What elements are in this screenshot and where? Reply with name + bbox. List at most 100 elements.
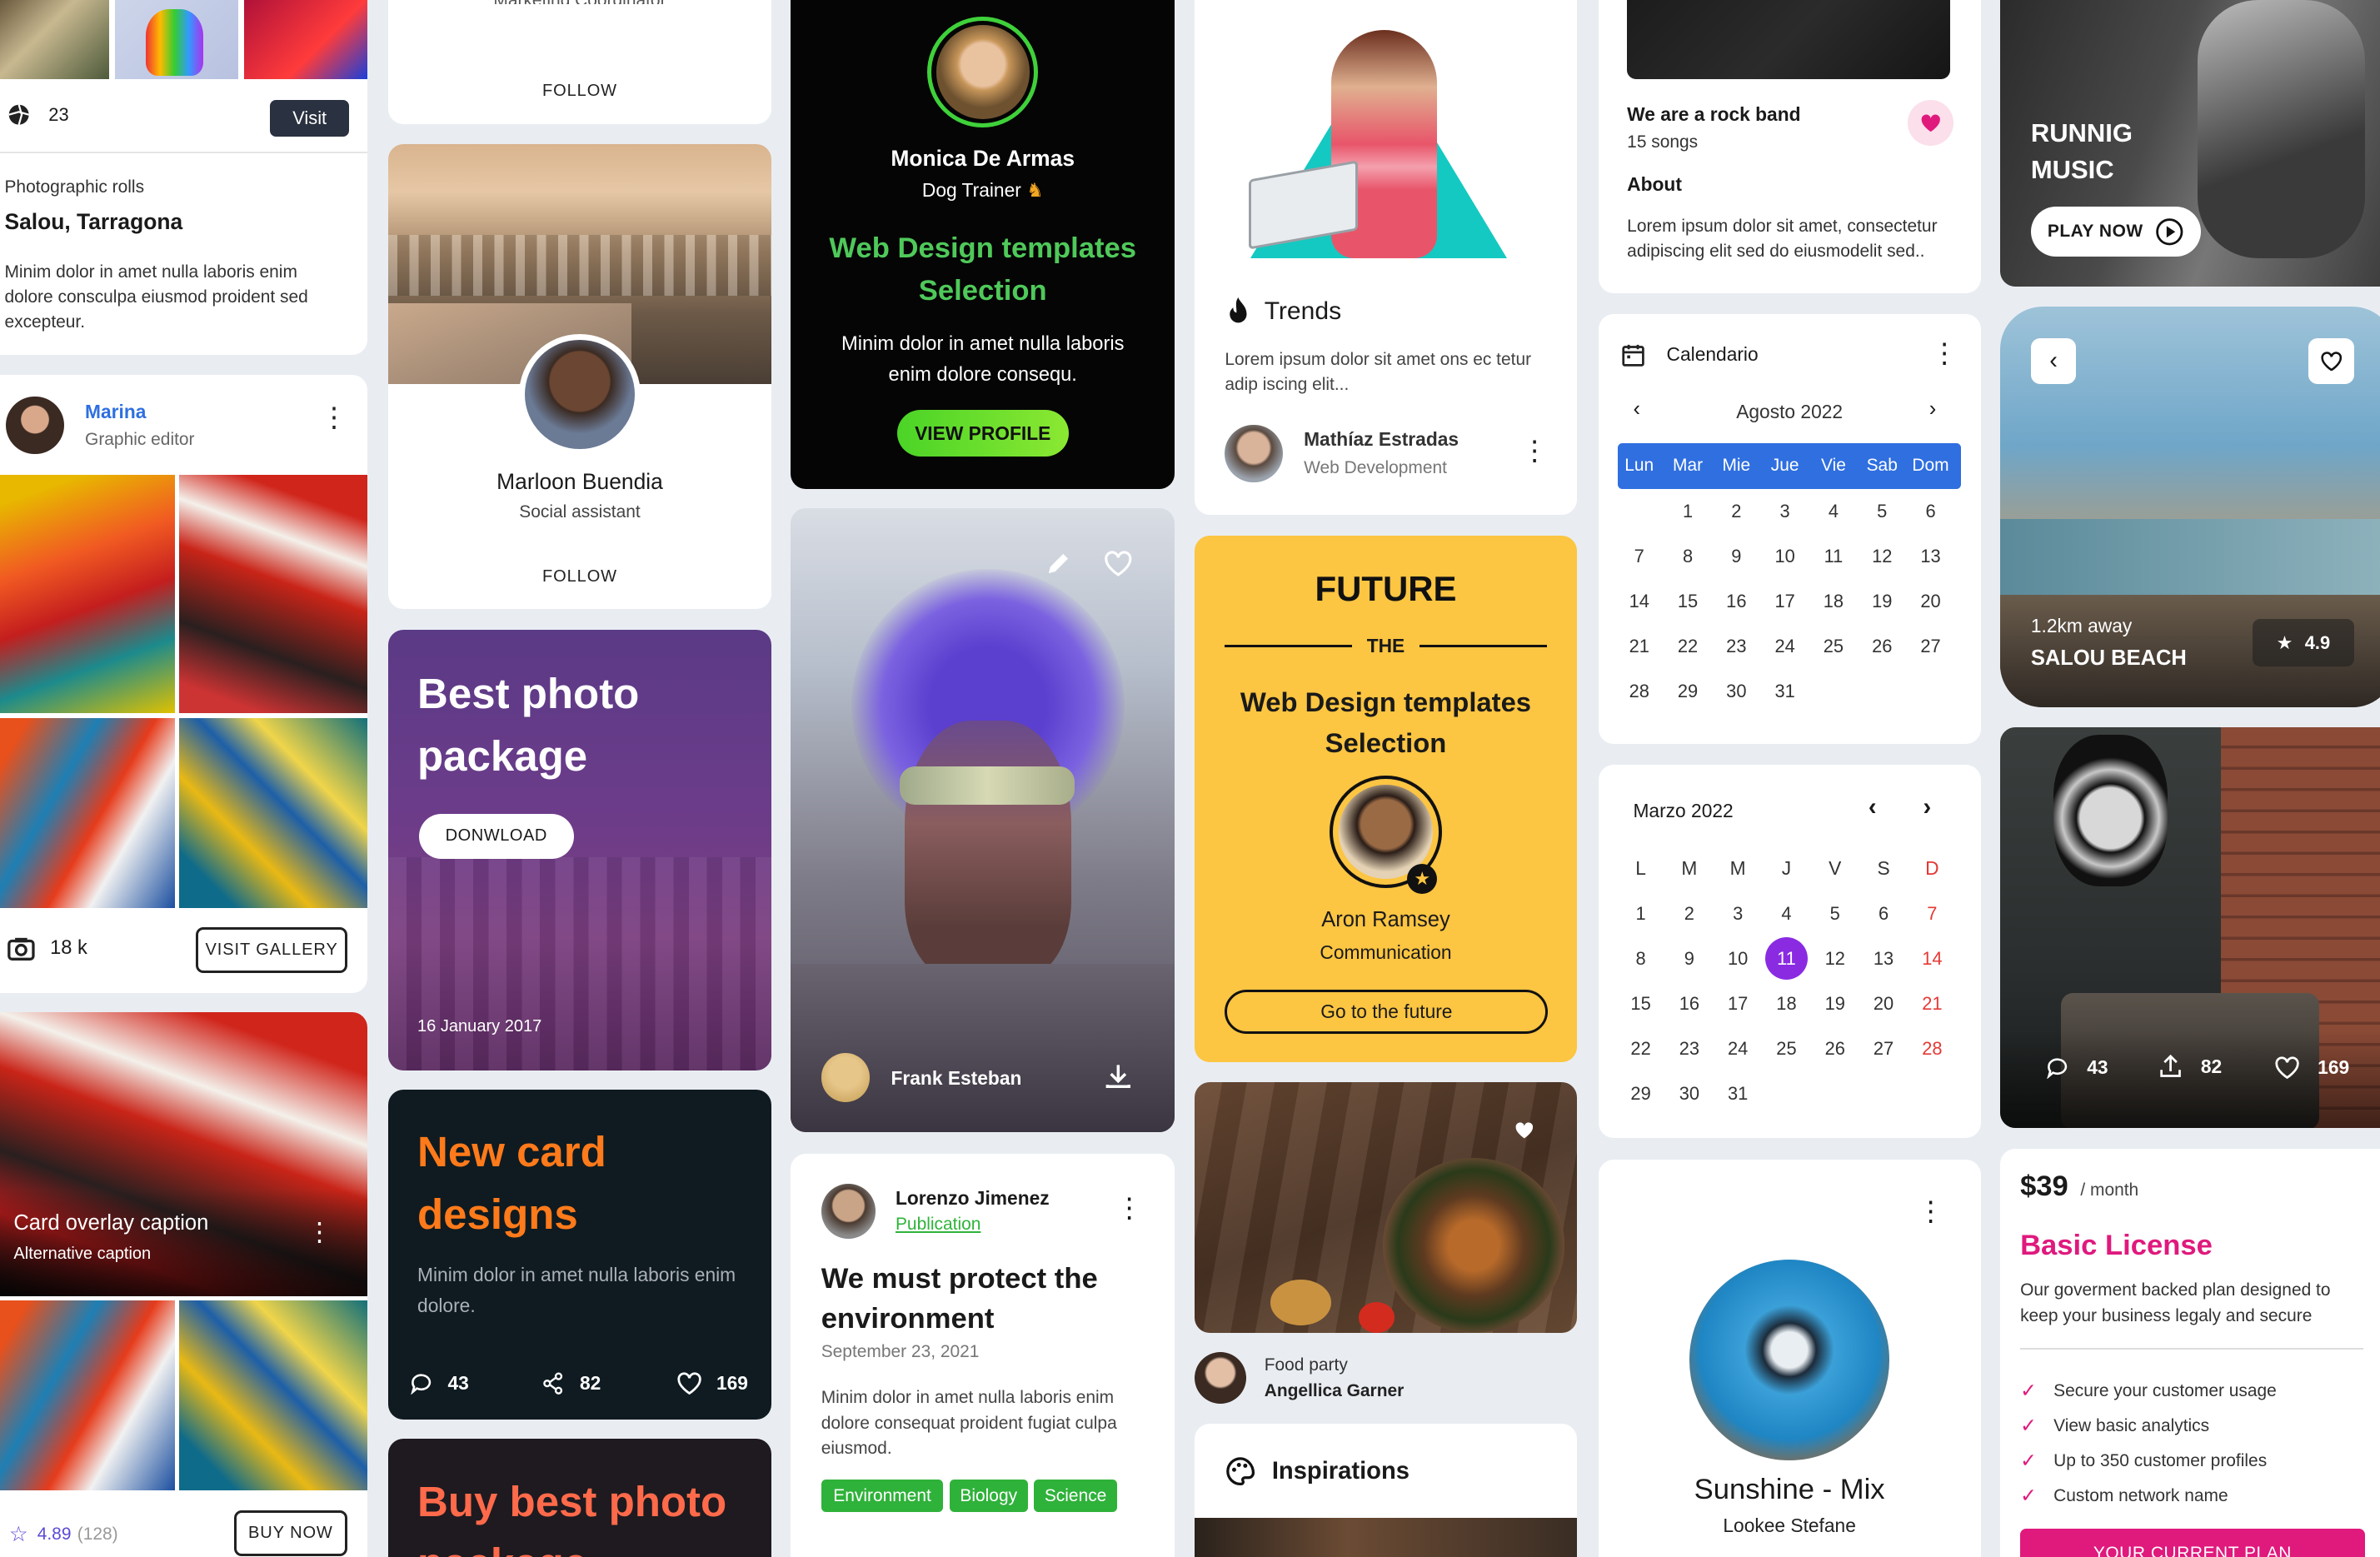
calendar-day[interactable]: 25 xyxy=(1809,624,1858,669)
buy-now-button[interactable]: BUY NOW xyxy=(233,1510,348,1556)
calendar-day[interactable]: 29 xyxy=(1664,669,1712,714)
calendar-day[interactable]: 22 xyxy=(1616,1026,1664,1071)
calendar-day[interactable]: 1 xyxy=(1616,891,1664,936)
calendar-day[interactable]: 19 xyxy=(1811,981,1859,1026)
calendar-day[interactable]: 18 xyxy=(1809,579,1858,624)
comment-stat[interactable]: 43 xyxy=(2046,1056,2108,1080)
calendar-day[interactable]: 28 xyxy=(1908,1026,1956,1071)
next-month-icon[interactable]: › xyxy=(1923,794,1931,821)
calendar-day[interactable]: 14 xyxy=(1615,579,1664,624)
calendar-day[interactable]: 16 xyxy=(1712,579,1760,624)
follow-button[interactable]: FOLLOW xyxy=(388,567,771,586)
like-stat[interactable]: 169 xyxy=(677,1372,748,1395)
edit-icon[interactable] xyxy=(1045,551,1071,576)
calendar-day[interactable]: 12 xyxy=(1858,534,1906,579)
calendar-day[interactable]: 26 xyxy=(1811,1026,1859,1071)
band-image[interactable] xyxy=(1627,0,1951,79)
visit-button[interactable]: Visit xyxy=(270,100,350,137)
more-vert-icon[interactable]: ⋮ xyxy=(320,403,347,431)
calendar-day[interactable]: 23 xyxy=(1712,624,1760,669)
calendar-day[interactable]: 29 xyxy=(1616,1071,1664,1116)
calendar-day[interactable]: 20 xyxy=(1906,579,1954,624)
calendar-day[interactable]: 5 xyxy=(1811,891,1859,936)
prev-month-icon[interactable]: ‹ xyxy=(1869,794,1877,821)
calendar-day[interactable]: 2 xyxy=(1665,891,1714,936)
calendar-day[interactable]: 9 xyxy=(1712,534,1760,579)
download-button[interactable]: DONWLOAD xyxy=(418,813,574,860)
calendar-day[interactable]: 7 xyxy=(1615,534,1664,579)
calendar-day[interactable]: 2 xyxy=(1712,489,1760,534)
more-vert-icon[interactable]: ⋮ xyxy=(1521,437,1549,464)
calendar-day[interactable]: 3 xyxy=(1760,489,1809,534)
calendar-day[interactable]: 27 xyxy=(1859,1026,1908,1071)
share-stat[interactable]: 82 xyxy=(2158,1055,2222,1079)
calendar-day[interactable]: 20 xyxy=(1859,981,1908,1026)
go-to-future-button[interactable]: Go to the future xyxy=(1225,989,1549,1034)
visit-gallery-button[interactable]: VISIT GALLERY xyxy=(196,927,348,973)
current-plan-button[interactable]: YOUR CURRENT PLAN xyxy=(2020,1528,2365,1557)
calendar-day[interactable]: 15 xyxy=(1616,981,1664,1026)
avatar[interactable] xyxy=(519,333,641,456)
calendar-day[interactable]: 10 xyxy=(1760,534,1809,579)
play-now-button[interactable]: PLAY NOW xyxy=(2030,206,2201,257)
view-profile-button[interactable]: VIEW PROFILE xyxy=(896,409,1069,457)
calendar-day[interactable]: 31 xyxy=(1760,669,1809,714)
trends-author[interactable]: Mathíaz Estradas xyxy=(1304,428,1459,451)
calendar-day[interactable]: 30 xyxy=(1712,669,1760,714)
selected-day[interactable]: 11 xyxy=(1764,937,1808,981)
calendar-day[interactable]: 14 xyxy=(1908,936,1956,981)
follow-button[interactable]: FOLLOW xyxy=(388,82,771,101)
chip-biology[interactable]: Biology xyxy=(949,1480,1028,1512)
thumb-image[interactable] xyxy=(244,0,367,79)
article-author[interactable]: Lorenzo Jimenez xyxy=(896,1187,1050,1210)
calendar-day[interactable]: 31 xyxy=(1714,1071,1762,1116)
calendar-day[interactable]: 23 xyxy=(1665,1026,1714,1071)
back-icon[interactable]: ‹ xyxy=(2030,338,2077,384)
article-tag[interactable]: Publication xyxy=(896,1215,980,1235)
calendar-day[interactable]: 17 xyxy=(1760,579,1809,624)
heart-icon[interactable] xyxy=(1514,1121,1534,1140)
calendar-day[interactable]: 4 xyxy=(1809,489,1858,534)
calendar-day[interactable]: 30 xyxy=(1665,1071,1714,1116)
calendar-day[interactable]: 8 xyxy=(1616,936,1664,981)
calendar-day[interactable]: 13 xyxy=(1859,936,1908,981)
calendar-day[interactable]: 13 xyxy=(1906,534,1954,579)
gallery-image[interactable] xyxy=(0,1300,175,1491)
chip-environment[interactable]: Environment xyxy=(821,1480,944,1512)
comment-stat[interactable]: 43 xyxy=(410,1372,469,1395)
avatar[interactable] xyxy=(6,396,64,454)
calendar-day[interactable]: 1 xyxy=(1664,489,1712,534)
avatar[interactable] xyxy=(821,1184,876,1239)
calendar-day[interactable]: 27 xyxy=(1906,624,1954,669)
calendar-day[interactable]: 6 xyxy=(1859,891,1908,936)
gallery-author[interactable]: Marina xyxy=(85,401,146,423)
calendar-day[interactable]: 17 xyxy=(1714,981,1762,1026)
gallery-image[interactable] xyxy=(178,475,367,714)
gallery-image[interactable] xyxy=(0,475,175,714)
calendar-day[interactable]: 24 xyxy=(1760,624,1809,669)
gallery-image[interactable] xyxy=(178,1300,367,1491)
favorite-button[interactable] xyxy=(1908,100,1953,146)
calendar-day[interactable]: 21 xyxy=(1908,981,1956,1026)
calendar-day[interactable]: 24 xyxy=(1714,1026,1762,1071)
more-vert-icon[interactable]: ⋮ xyxy=(1115,1194,1143,1221)
calendar-day[interactable]: 12 xyxy=(1811,936,1859,981)
avatar[interactable] xyxy=(927,17,1039,128)
calendar-day[interactable]: 7 xyxy=(1908,891,1956,936)
calendar-day[interactable]: 6 xyxy=(1906,489,1954,534)
download-icon[interactable] xyxy=(1104,1061,1133,1090)
calendar-day[interactable]: 18 xyxy=(1762,981,1810,1026)
thumb-image[interactable] xyxy=(0,0,110,79)
more-vert-icon[interactable]: ⋮ xyxy=(1931,339,1958,367)
like-stat[interactable]: 169 xyxy=(2275,1056,2349,1080)
next-month-icon[interactable]: › xyxy=(1929,397,1937,422)
calendar-day[interactable]: 11 xyxy=(1809,534,1858,579)
share-stat[interactable]: 82 xyxy=(541,1372,601,1395)
calendar-day[interactable]: 25 xyxy=(1762,1026,1810,1071)
calendar-day[interactable]: 16 xyxy=(1665,981,1714,1026)
album-art[interactable] xyxy=(1689,1260,1890,1460)
avatar[interactable] xyxy=(1225,425,1283,483)
food-author[interactable]: Angellica Garner xyxy=(1265,1381,1405,1401)
calendar-day[interactable]: 22 xyxy=(1664,624,1712,669)
food-image[interactable] xyxy=(1194,1082,1578,1333)
